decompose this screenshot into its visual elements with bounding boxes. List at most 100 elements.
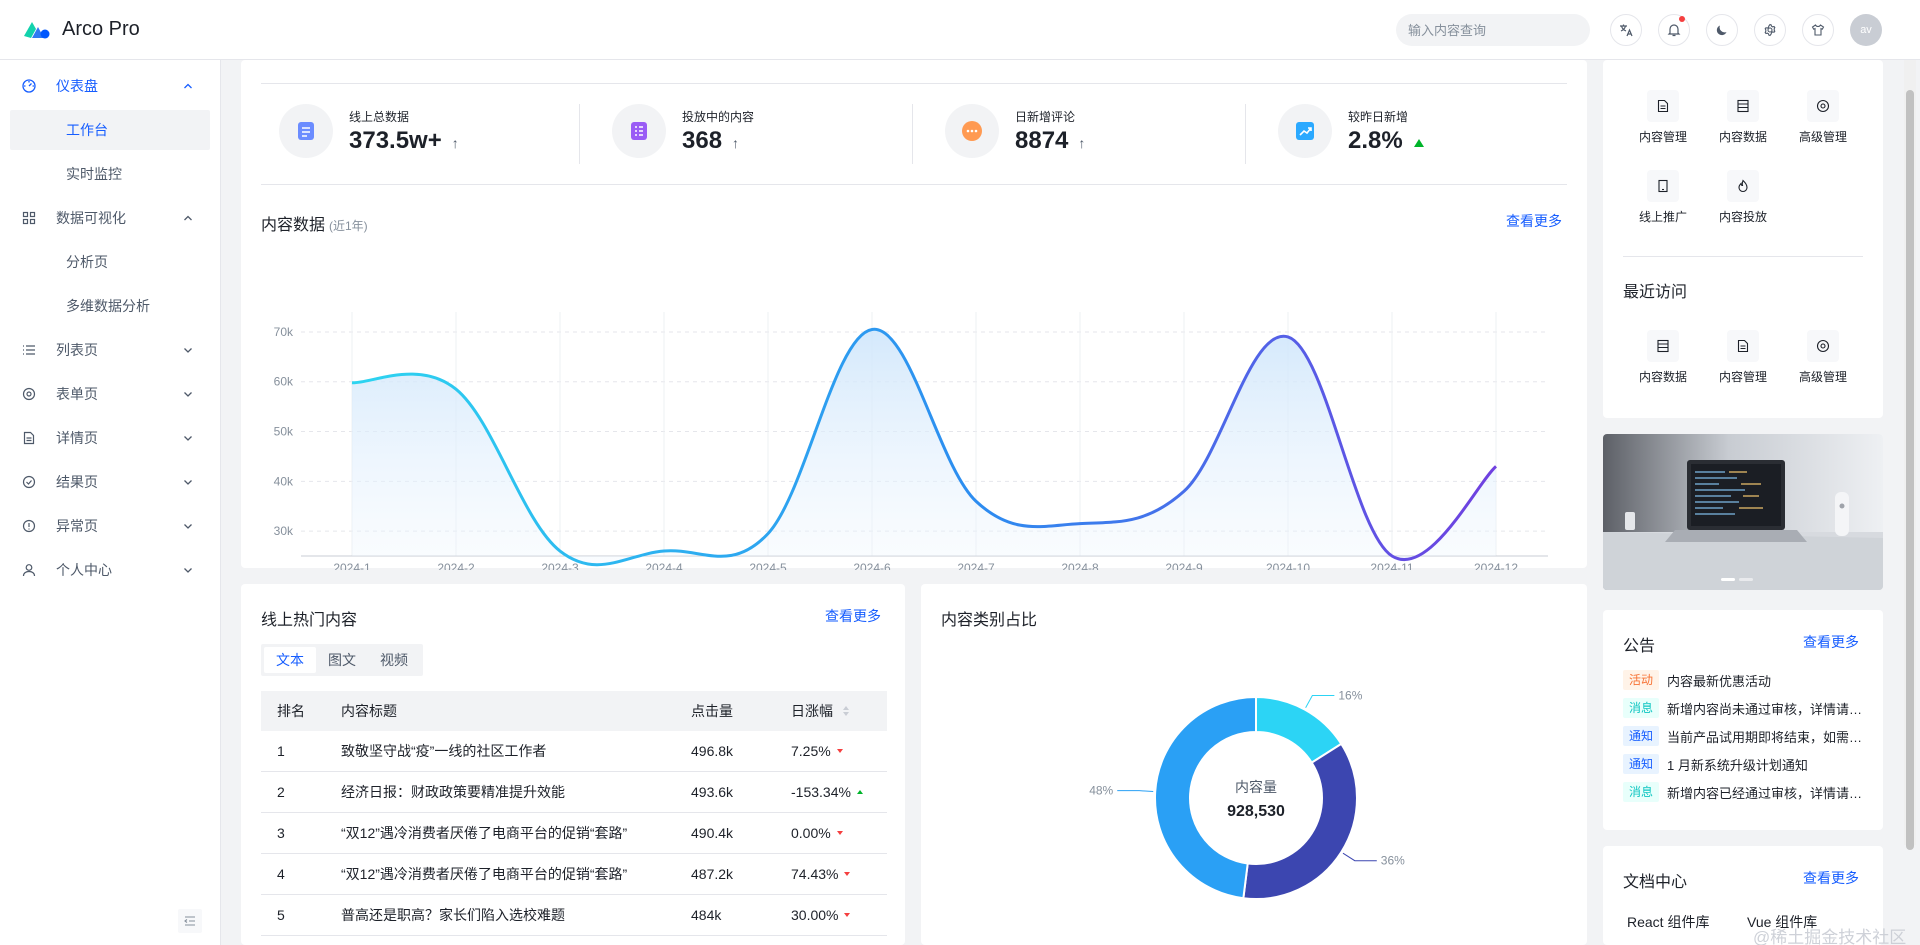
change-cell: -153.34% [791,784,887,800]
theme-skin-button[interactable] [1802,14,1834,46]
clicks-cell: 484k [691,907,722,923]
announcement-text: 内容最新优惠活动 [1667,673,1772,689]
carousel-indicator[interactable] [1739,578,1753,581]
donut-slice[interactable] [1154,695,1257,900]
logo[interactable]: Arco Pro [22,18,140,41]
title-cell: 致敬坚守战“疫”一线的社区工作者 [341,743,547,759]
announcement-text: 新增内容尚未通过审核，详情请点击查看 [1667,701,1863,717]
y-tick-label: 70k [274,325,294,339]
dashboard-icon [22,79,36,93]
page-scrollbar[interactable] [1904,60,1916,850]
quick-item-content-management[interactable]: 内容管理 [1623,90,1703,145]
y-tick-label: 50k [274,425,294,439]
recent-item-content-management[interactable]: 内容管理 [1703,330,1783,385]
y-tick-label: 40k [274,474,294,488]
carousel-indicator-active[interactable] [1721,578,1735,581]
announcement-item[interactable]: 消息新增内容尚未通过审核，详情请点击查看 [1623,698,1863,718]
storage-icon [1727,90,1759,122]
chevron-down-icon [184,524,192,529]
quick-item-label: 内容投放 [1718,210,1767,224]
divider [261,184,1567,185]
popular-more-link[interactable]: 查看更多 [825,606,881,626]
trend-up-icon: ↑ [732,134,740,151]
announcement-item[interactable]: 通知当前产品试用期即将结束，如需续费请点击查看 [1623,726,1863,746]
recent-item-label: 内容管理 [1718,370,1767,384]
quick-item-content-delivery[interactable]: 内容投放 [1703,170,1783,225]
quick-item-advanced-management[interactable]: 高级管理 [1783,90,1863,145]
rank-cell: 2 [277,784,285,800]
settings-icon [22,387,36,401]
doc-icon [279,104,333,158]
settings-button[interactable] [1754,14,1786,46]
stat-value: 2.8% [1348,126,1403,154]
x-tick-label: 2024-6 [853,561,891,570]
search-input[interactable] [1408,22,1584,38]
table-row[interactable]: 1 致敬坚守战“疫”一线的社区工作者 496.8k 7.25% [261,731,887,772]
search-box[interactable] [1396,14,1590,46]
announcement-item[interactable]: 消息新增内容已经通过审核，详情请点击查看 [1623,782,1863,802]
docs-more-link[interactable]: 查看更多 [1803,868,1859,888]
notification-button[interactable] [1658,14,1690,46]
gear-icon [1764,23,1776,37]
content-type-tabs: 文本 图文 视频 [261,644,423,676]
tab-image-text[interactable]: 图文 [316,647,368,673]
recent-item-advanced-management[interactable]: 高级管理 [1783,330,1863,385]
stat-value: 373.5w+ [349,126,442,154]
announcement-more-link[interactable]: 查看更多 [1803,632,1859,652]
clicks-cell: 493.6k [691,784,734,800]
sidebar-item-visualization[interactable]: 数据可视化 [0,198,212,238]
sidebar-item-workplace[interactable]: 工作台 [10,110,210,150]
quick-item-label: 内容管理 [1638,130,1687,144]
donut-slice[interactable] [1242,742,1358,900]
sidebar-item-monitor[interactable]: 实时监控 [10,154,210,194]
change-cell: 30.00% [791,907,887,923]
doc-link-react[interactable]: React 组件库 [1627,912,1709,932]
chevron-up-icon [184,215,192,221]
sidebar-item-user[interactable]: 个人中心 [0,550,212,590]
recent-item-content-data[interactable]: 内容数据 [1623,330,1703,385]
sidebar-item-exception[interactable]: 异常页 [0,506,212,546]
slice-label: 48% [1089,784,1113,798]
growth-icon [1278,104,1332,158]
sidebar-item-profile[interactable]: 详情页 [0,418,212,458]
y-tick-label: 30k [274,524,294,538]
slice-label: 36% [1381,854,1405,868]
table-row[interactable]: 5 普高还是职高？家长们陷入选校难题 484k 30.00% [261,895,887,936]
sort-icon[interactable] [841,705,851,717]
collapse-sidebar-button[interactable] [178,909,202,933]
moon-icon [1716,25,1727,36]
announcement-item[interactable]: 通知 1 月新系统升级计划通知 [1623,754,1863,774]
sidebar-item-result[interactable]: 结果页 [0,462,212,502]
x-tick-label: 2024-5 [749,561,787,570]
table-row[interactable]: 3 “双12”遇冷消费者厌倦了电商平台的促销“套路” 490.4k 0.00% [261,813,887,854]
popular-content-card: 线上热门内容 查看更多 文本 图文 视频 排名 内容标题 点击量 日涨幅 1 致… [241,584,905,945]
menu-fold-icon [184,916,195,926]
sidebar-item-label: 数据可视化 [56,210,126,226]
quick-item-online-promotion[interactable]: 线上推广 [1623,170,1703,225]
settings-icon [1807,90,1839,122]
scrollbar-thumb[interactable] [1906,90,1914,850]
sidebar-item-analysis[interactable]: 分析页 [10,242,210,282]
table-row[interactable]: 4 “双12”遇冷消费者厌倦了电商平台的促销“套路” 487.2k 74.43% [261,854,887,895]
settings-icon [1807,330,1839,362]
sidebar-item-multi-dimension[interactable]: 多维数据分析 [10,286,210,326]
stat-value: 8874 [1015,126,1069,154]
quick-item-content-data[interactable]: 内容数据 [1703,90,1783,145]
stat-growth: 较昨日新增 2.8% [1278,104,1425,158]
tag-message: 消息 [1623,782,1660,802]
sidebar-item-list[interactable]: 列表页 [0,330,212,370]
column-header-change[interactable]: 日涨幅 [791,701,887,721]
theme-button[interactable] [1706,14,1738,46]
tab-video[interactable]: 视频 [368,647,420,673]
table-row[interactable]: 2 经济日报：财政政策要精准提升效能 493.6k -153.34% [261,772,887,813]
tab-text[interactable]: 文本 [264,647,316,673]
language-button[interactable] [1610,14,1642,46]
sidebar-item-form[interactable]: 表单页 [0,374,212,414]
announcement-item[interactable]: 活动 内容最新优惠活动 [1623,670,1863,690]
laptop-banner-image[interactable] [1603,434,1883,590]
avatar[interactable]: av [1850,14,1882,46]
content-data-more-link[interactable]: 查看更多 [1506,211,1562,231]
sidebar-item-dashboard[interactable]: 仪表盘 [0,66,212,106]
title-cell: 普高还是职高？家长们陷入选校难题 [341,907,565,923]
clicks-cell: 490.4k [691,825,734,841]
